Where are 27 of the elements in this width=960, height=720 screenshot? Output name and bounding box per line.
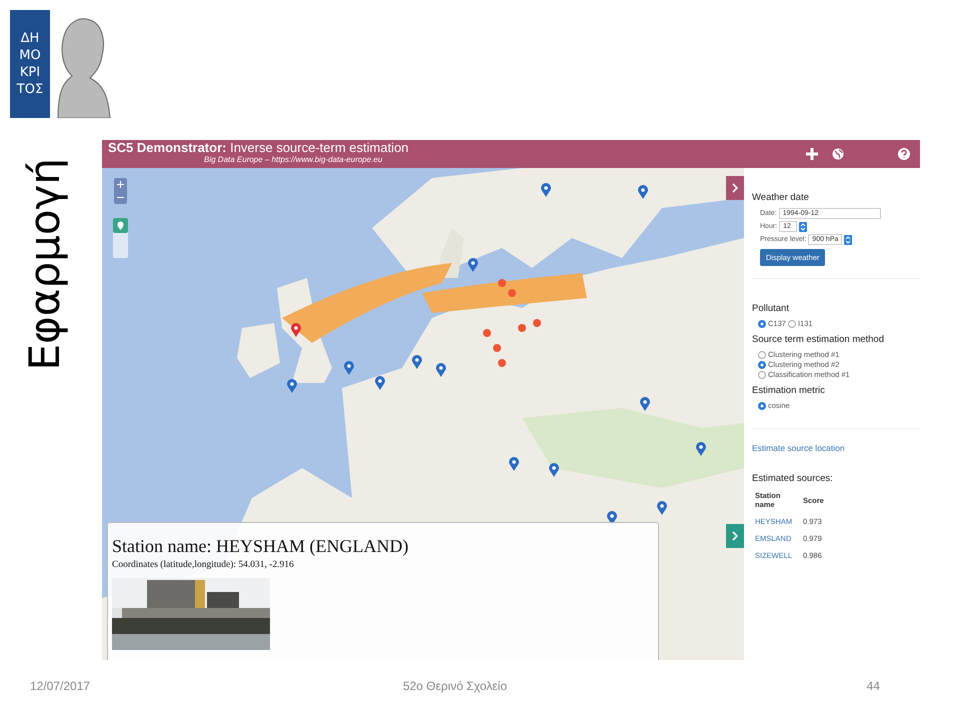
section-heading: Pollutant xyxy=(752,303,790,314)
spinner-icon[interactable] xyxy=(799,222,808,232)
radio-button[interactable] xyxy=(788,320,796,328)
help-icon[interactable] xyxy=(898,148,910,160)
globe-icon[interactable] xyxy=(832,148,844,160)
logo-letters: ΔΗ xyxy=(20,31,40,46)
plus-icon[interactable] xyxy=(806,148,818,160)
slide-title: Εφαρμογή xyxy=(20,158,69,370)
radio-button[interactable] xyxy=(758,402,766,410)
page-number: 44 xyxy=(866,679,880,693)
logo-letters: ΜΟ xyxy=(19,48,41,63)
section-heading: Estimation metric xyxy=(752,385,826,396)
estimate-link[interactable]: Estimate source location xyxy=(752,443,845,453)
section-heading: Weather date xyxy=(752,192,810,203)
section-heading: Estimated sources: xyxy=(752,473,834,484)
section-heading: Source term estimation method xyxy=(752,334,886,345)
slide-footer-text: 52ο Θερινό Σχολείο xyxy=(402,679,508,693)
radio-button[interactable] xyxy=(758,350,766,358)
logo-letters: ΤΟΣ xyxy=(16,82,44,97)
slide-date: 12/07/2017 xyxy=(30,679,92,693)
radio-button[interactable] xyxy=(758,370,766,378)
radio-button[interactable] xyxy=(758,360,766,368)
logo-letters: ΚΡΙ xyxy=(20,65,40,80)
spinner-icon[interactable] xyxy=(844,234,852,244)
radio-button[interactable] xyxy=(758,320,766,328)
app-subtitle: Big Data Europe – https://www.big-data-europe.eu xyxy=(203,154,384,166)
app-title: SC5 Demonstrator: Inverse source-term estimation xyxy=(108,142,409,154)
